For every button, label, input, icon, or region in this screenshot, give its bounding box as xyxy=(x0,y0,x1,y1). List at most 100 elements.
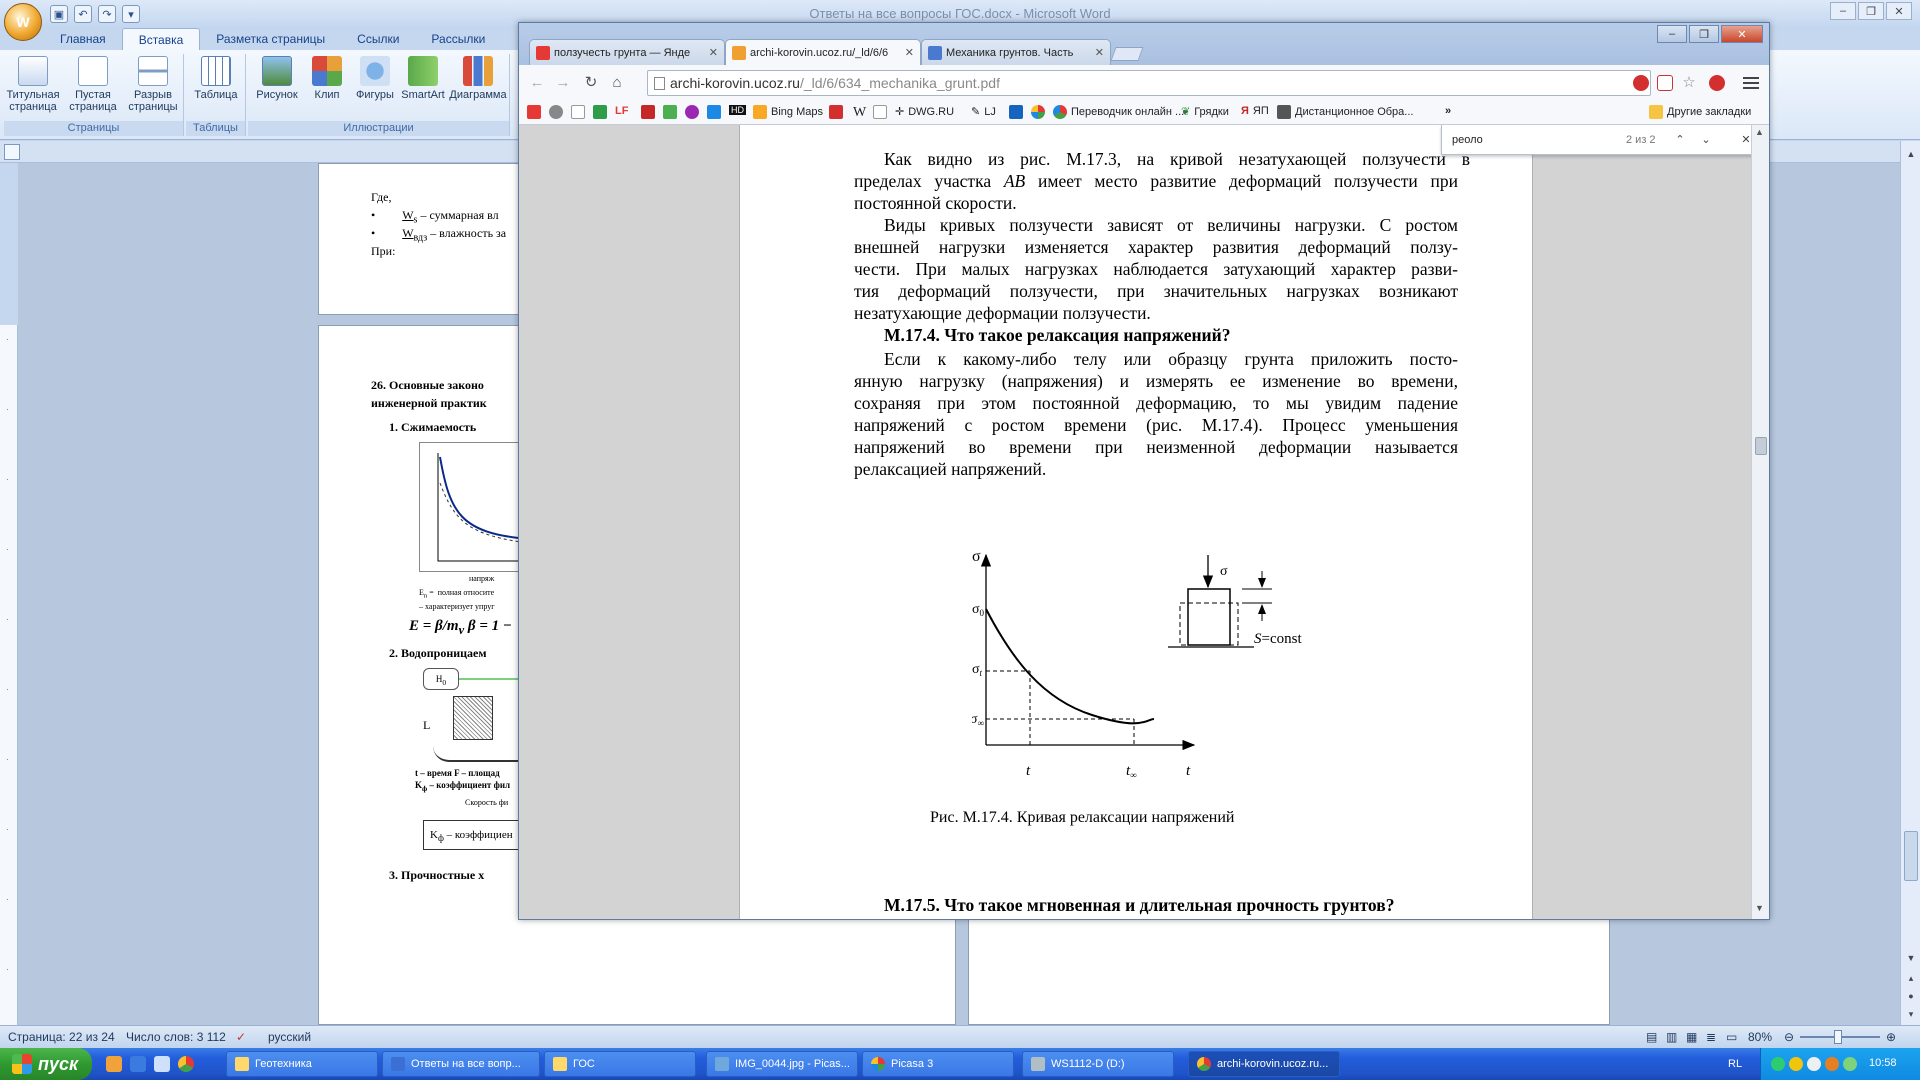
scroll-up-icon[interactable]: ▲ xyxy=(1755,127,1764,137)
clock[interactable]: 10:58 xyxy=(1869,1057,1897,1069)
undo-icon[interactable]: ↶ xyxy=(74,5,92,23)
bookmark-bing-maps[interactable]: Bing Maps xyxy=(753,105,823,119)
browser-tab-yandex[interactable]: ползучесть грунта — Янде ✕ xyxy=(529,39,725,65)
tab-close-icon[interactable]: ✕ xyxy=(1095,46,1104,59)
ribbon-tab-mailings[interactable]: Рассылки xyxy=(415,28,501,50)
bookmark-lj[interactable]: ✎ LJ xyxy=(971,105,996,119)
task-picasa[interactable]: Picasa 3 xyxy=(862,1051,1014,1077)
ribbon-tab-insert[interactable]: Вставка xyxy=(121,28,201,50)
tab-close-icon[interactable]: ✕ xyxy=(709,46,718,59)
adblock-icon[interactable] xyxy=(1633,75,1649,91)
view-fullscreen-icon[interactable]: ▥ xyxy=(1666,1030,1677,1044)
extension-icon[interactable] xyxy=(1657,75,1673,91)
close-icon[interactable]: ✕ xyxy=(1886,2,1912,20)
quicklaunch-chrome-icon[interactable] xyxy=(178,1056,194,1072)
close-icon[interactable]: ✕ xyxy=(1721,25,1763,43)
tab-close-icon[interactable]: ✕ xyxy=(905,46,914,59)
maximize-icon[interactable]: ❐ xyxy=(1858,2,1884,20)
view-outline-icon[interactable]: ≣ xyxy=(1706,1030,1716,1044)
shapes-button[interactable]: Фигуры xyxy=(348,56,402,101)
zoom-in-icon[interactable]: ⊕ xyxy=(1886,1030,1896,1044)
bookmark-youtube[interactable] xyxy=(829,105,843,119)
bookmark-hd[interactable]: HD xyxy=(729,105,746,115)
bookmark-k[interactable] xyxy=(641,105,655,119)
browse-object-icon[interactable]: ● xyxy=(1904,989,1918,1003)
language-indicator[interactable]: RL xyxy=(1728,1058,1742,1070)
task-chrome[interactable]: archi-korovin.ucoz.ru... xyxy=(1188,1051,1340,1077)
redo-icon[interactable]: ↷ xyxy=(98,5,116,23)
status-words[interactable]: Число слов: 3 112 xyxy=(126,1030,226,1044)
bookmark-arrow[interactable] xyxy=(593,105,607,119)
bookmark-doc[interactable] xyxy=(873,105,887,119)
chrome-menu-icon[interactable] xyxy=(1743,75,1759,91)
word-vertical-scrollbar[interactable]: ▲ ▼ ▴ ● ▾ xyxy=(1900,141,1920,1025)
bookmark-gryadki[interactable]: ❦ Грядки xyxy=(1181,105,1229,119)
bookmark-translator[interactable]: Переводчик онлайн ... xyxy=(1053,105,1184,119)
bookmark-other[interactable]: Другие закладки xyxy=(1649,105,1751,119)
scroll-thumb[interactable] xyxy=(1904,831,1918,881)
task-picasa-image[interactable]: IMG_0044.jpg - Picas... xyxy=(706,1051,858,1077)
tray-network-icon[interactable] xyxy=(1807,1057,1821,1071)
browser-tab-pdf[interactable]: archi-korovin.ucoz.ru/_ld/6/6 ✕ xyxy=(725,39,921,65)
minimize-icon[interactable]: – xyxy=(1657,25,1687,43)
bookmark-wikipedia[interactable]: W xyxy=(853,105,866,121)
ribbon-tab-home[interactable]: Главная xyxy=(44,28,122,50)
bookmark-flower[interactable] xyxy=(685,105,699,119)
view-draft-icon[interactable]: ▭ xyxy=(1726,1030,1737,1044)
start-button[interactable]: пуск xyxy=(0,1048,92,1080)
address-bar[interactable]: archi-korovin.ucoz.ru/_ld/6/634_mechanik… xyxy=(647,70,1651,96)
minimize-icon[interactable]: – xyxy=(1830,2,1856,20)
tray-icon[interactable] xyxy=(1789,1057,1803,1071)
quicklaunch-desktop-icon[interactable] xyxy=(154,1056,170,1072)
blank-page-button[interactable]: Пустая страница xyxy=(66,56,120,113)
prev-page-icon[interactable]: ▴ xyxy=(1904,971,1918,985)
ribbon-tab-references[interactable]: Ссылки xyxy=(341,28,415,50)
quicklaunch-ie-icon[interactable] xyxy=(130,1056,146,1072)
office-button[interactable]: W xyxy=(4,3,42,41)
bookmark-lf[interactable]: LF xyxy=(615,105,628,117)
task-gos-folder[interactable]: ГОС xyxy=(544,1051,696,1077)
browser-tab-mechanics[interactable]: Механика грунтов. Часть ✕ xyxy=(921,39,1111,65)
zoom-slider-thumb[interactable] xyxy=(1834,1030,1842,1044)
bookmark-yap[interactable]: Я ЯП xyxy=(1241,105,1269,117)
zoom-level[interactable]: 80% xyxy=(1748,1030,1772,1044)
ruler-toggle-button[interactable] xyxy=(4,144,20,160)
bookmarks-overflow-icon[interactable]: » xyxy=(1445,105,1451,117)
scroll-thumb[interactable] xyxy=(1755,437,1767,455)
find-prev-icon[interactable]: ⌃ xyxy=(1670,130,1690,150)
pdf-vertical-scrollbar[interactable]: ▲ ▼ xyxy=(1751,125,1769,919)
page-break-button[interactable]: Разрыв страницы xyxy=(126,56,180,113)
extension-power-icon[interactable] xyxy=(1709,75,1725,91)
task-word[interactable]: Ответы на все вопр... xyxy=(382,1051,540,1077)
smartart-button[interactable]: SmartArt xyxy=(396,56,450,101)
bookmark-distance-learning[interactable]: Дистанционное Обра... xyxy=(1277,105,1413,119)
bookmark-book[interactable] xyxy=(663,105,677,119)
forward-icon[interactable]: → xyxy=(553,73,573,93)
scroll-up-icon[interactable]: ▲ xyxy=(1904,147,1918,161)
qat-dropdown-icon[interactable]: ▾ xyxy=(122,5,140,23)
tray-icon[interactable] xyxy=(1843,1057,1857,1071)
bookmark-page[interactable] xyxy=(571,105,585,119)
bookmark-yandex[interactable] xyxy=(527,105,541,119)
bookmark-star-icon[interactable]: ☆ xyxy=(1681,75,1697,91)
cover-page-button[interactable]: Титульная страница xyxy=(6,56,60,113)
bookmark-blue[interactable] xyxy=(1009,105,1023,119)
scroll-down-icon[interactable]: ▼ xyxy=(1755,903,1764,913)
bookmark-chrome[interactable] xyxy=(549,105,563,119)
bookmark-dwg[interactable]: ✛ DWG.RU xyxy=(895,105,954,119)
spellcheck-icon[interactable]: ✓ xyxy=(236,1030,246,1044)
restore-icon[interactable]: ❐ xyxy=(1689,25,1719,43)
new-tab-button[interactable] xyxy=(1110,47,1144,61)
find-next-icon[interactable]: ⌄ xyxy=(1696,130,1716,150)
save-icon[interactable]: ▣ xyxy=(50,5,68,23)
task-geotechnics[interactable]: Геотехника xyxy=(226,1051,378,1077)
chart-button[interactable]: Диаграмма xyxy=(448,56,508,101)
status-language[interactable]: русский xyxy=(268,1030,311,1044)
bookmark-colors[interactable] xyxy=(1031,105,1045,119)
zoom-out-icon[interactable]: ⊖ xyxy=(1784,1030,1794,1044)
quicklaunch-media-icon[interactable] xyxy=(106,1056,122,1072)
view-print-layout-icon[interactable]: ▤ xyxy=(1646,1030,1657,1044)
ribbon-tab-page-layout[interactable]: Разметка страницы xyxy=(200,28,341,50)
status-page[interactable]: Страница: 22 из 24 xyxy=(8,1030,115,1044)
next-page-icon[interactable]: ▾ xyxy=(1904,1007,1918,1021)
